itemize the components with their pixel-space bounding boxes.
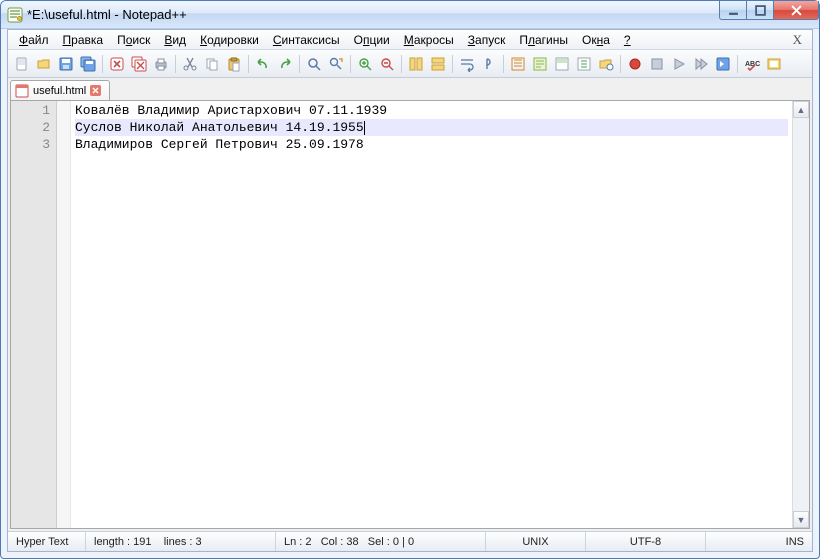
tab-useful-html[interactable]: useful.html: [10, 80, 110, 100]
save-button[interactable]: [56, 54, 76, 74]
window-title: *E:\useful.html - Notepad++: [27, 7, 720, 22]
macro-stop-button[interactable]: [647, 54, 667, 74]
copy-button[interactable]: [202, 54, 222, 74]
menu-search[interactable]: Поиск: [110, 31, 157, 49]
toolbar-separator: [452, 55, 453, 73]
tab-close-icon[interactable]: [90, 85, 101, 96]
toolbar-separator: [248, 55, 249, 73]
zoom-out-button[interactable]: [377, 54, 397, 74]
maximize-button[interactable]: [746, 1, 774, 20]
toolbar-separator: [299, 55, 300, 73]
user-lang-button[interactable]: [530, 54, 550, 74]
menu-file[interactable]: Файл: [12, 31, 56, 49]
tabbar: useful.html: [8, 78, 812, 100]
scroll-track[interactable]: [793, 118, 809, 511]
minimize-button[interactable]: [719, 1, 747, 20]
text-caret: [364, 121, 365, 135]
app-icon: [7, 7, 23, 23]
line-number-gutter: 1 2 3: [11, 101, 57, 528]
paste-button[interactable]: [224, 54, 244, 74]
preview-button[interactable]: [764, 54, 784, 74]
menu-windows[interactable]: Окна: [575, 31, 617, 49]
doc-map-button[interactable]: [552, 54, 572, 74]
scroll-up-button[interactable]: ▲: [793, 101, 809, 118]
statusbar: Hyper Text length : 191 lines : 3 Ln : 2…: [8, 531, 812, 551]
new-file-button[interactable]: [12, 54, 32, 74]
show-all-chars-button[interactable]: [479, 54, 499, 74]
menu-run[interactable]: Запуск: [461, 31, 513, 49]
macro-save-button[interactable]: [713, 54, 733, 74]
client-area: Файл Правка Поиск Вид Кодировки Синтакси…: [7, 29, 813, 552]
status-length: length : 191 lines : 3: [86, 532, 276, 551]
toolbar: ABC: [8, 50, 812, 78]
editor: 1 2 3 Ковалёв Владимир Аристархович 07.1…: [10, 100, 810, 529]
line-number: 1: [11, 102, 50, 119]
status-encoding[interactable]: UTF-8: [586, 532, 706, 551]
menu-syntax[interactable]: Синтаксисы: [266, 31, 347, 49]
menubar-close-doc[interactable]: X: [787, 30, 808, 50]
window-controls: [720, 1, 819, 28]
word-wrap-button[interactable]: [457, 54, 477, 74]
sync-vscroll-button[interactable]: [406, 54, 426, 74]
toolbar-separator: [401, 55, 402, 73]
toolbar-separator: [503, 55, 504, 73]
redo-button[interactable]: [275, 54, 295, 74]
macro-record-button[interactable]: [625, 54, 645, 74]
replace-button[interactable]: [326, 54, 346, 74]
sync-hscroll-button[interactable]: [428, 54, 448, 74]
menu-encoding[interactable]: Кодировки: [193, 31, 266, 49]
find-button[interactable]: [304, 54, 324, 74]
macro-play-multi-button[interactable]: [691, 54, 711, 74]
menu-help[interactable]: ?: [617, 31, 638, 49]
folder-workspace-button[interactable]: [596, 54, 616, 74]
toolbar-separator: [102, 55, 103, 73]
tab-label: useful.html: [33, 85, 86, 97]
titlebar[interactable]: *E:\useful.html - Notepad++: [1, 1, 819, 29]
line-number: 2: [11, 119, 50, 136]
status-position: Ln : 2 Col : 38 Sel : 0 | 0: [276, 532, 486, 551]
function-list-button[interactable]: [574, 54, 594, 74]
code-area[interactable]: Ковалёв Владимир Аристархович 07.11.1939…: [71, 101, 792, 528]
code-line: Суслов Николай Анатольевич 14.19.1955: [75, 119, 788, 136]
menu-view[interactable]: Вид: [157, 31, 193, 49]
cut-button[interactable]: [180, 54, 200, 74]
menubar: Файл Правка Поиск Вид Кодировки Синтакси…: [8, 30, 812, 50]
status-filetype: Hyper Text: [8, 532, 86, 551]
toolbar-separator: [737, 55, 738, 73]
undo-button[interactable]: [253, 54, 273, 74]
menu-edit[interactable]: Правка: [56, 31, 111, 49]
fold-margin: [57, 101, 71, 528]
code-line: Владимиров Сергей Петрович 25.09.1978: [75, 136, 788, 153]
toolbar-separator: [175, 55, 176, 73]
zoom-in-button[interactable]: [355, 54, 375, 74]
toolbar-separator: [620, 55, 621, 73]
vertical-scrollbar[interactable]: ▲ ▼: [792, 101, 809, 528]
spellcheck-button[interactable]: ABC: [742, 54, 762, 74]
save-all-button[interactable]: [78, 54, 98, 74]
menu-macros[interactable]: Макросы: [397, 31, 461, 49]
close-file-button[interactable]: [107, 54, 127, 74]
close-all-button[interactable]: [129, 54, 149, 74]
status-insert-mode[interactable]: INS: [706, 532, 812, 551]
menu-options[interactable]: Опции: [347, 31, 397, 49]
macro-play-button[interactable]: [669, 54, 689, 74]
indent-guide-button[interactable]: [508, 54, 528, 74]
menu-plugins[interactable]: Плагины: [512, 31, 575, 49]
open-file-button[interactable]: [34, 54, 54, 74]
scroll-down-button[interactable]: ▼: [793, 511, 809, 528]
file-modified-icon: [15, 84, 29, 98]
status-eol[interactable]: UNIX: [486, 532, 586, 551]
print-button[interactable]: [151, 54, 171, 74]
app-window: *E:\useful.html - Notepad++ Файл Правка …: [0, 0, 820, 559]
close-button[interactable]: [773, 1, 819, 20]
code-line: Ковалёв Владимир Аристархович 07.11.1939: [75, 102, 788, 119]
toolbar-separator: [350, 55, 351, 73]
line-number: 3: [11, 136, 50, 153]
